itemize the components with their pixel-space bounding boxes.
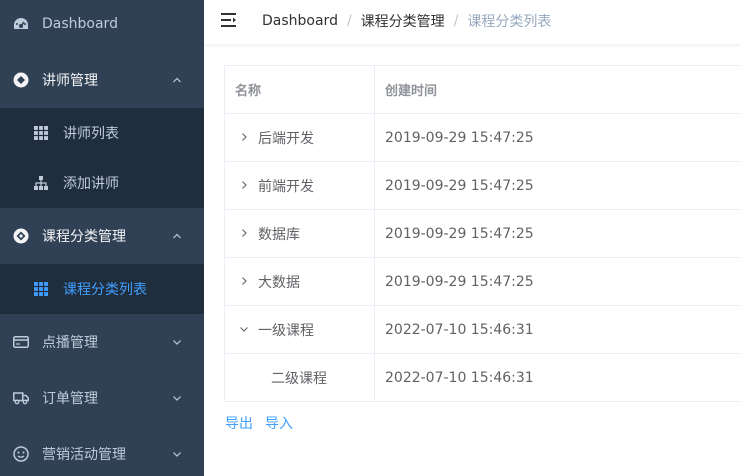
teacher-icon (13, 72, 29, 88)
created-time: 2019-09-29 15:47:25 (385, 225, 534, 242)
category-name: 数据库 (258, 226, 300, 243)
table-row: 一级课程 2022-07-10 15:46:31 (225, 306, 740, 354)
hamburger-icon[interactable] (221, 12, 239, 28)
table-header-row: 名称 创建时间 (225, 66, 740, 114)
column-header-created: 创建时间 (385, 84, 438, 99)
sidebar-item-teacher-list[interactable]: 讲师列表 (0, 108, 204, 158)
chevron-down-icon (173, 340, 181, 345)
activity-icon (13, 446, 29, 462)
sidebar-item-label: 点播管理 (42, 335, 98, 351)
chevron-down-icon (173, 396, 181, 401)
breadcrumb-item-course-category-management[interactable]: 课程分类管理 (361, 11, 445, 31)
name-cell: 前端开发 (225, 162, 375, 209)
sidebar-item-teacher-management[interactable]: 讲师管理 (0, 52, 204, 108)
truck-icon (13, 390, 29, 406)
expand-arrow-icon[interactable] (239, 276, 249, 286)
collapse-arrow-icon[interactable] (239, 324, 249, 334)
category-name: 后端开发 (258, 130, 314, 147)
created-time: 2019-09-29 15:47:25 (385, 129, 534, 146)
expand-arrow-icon[interactable] (239, 228, 249, 238)
breadcrumb-item-dashboard[interactable]: Dashboard (262, 13, 338, 29)
category-name: 二级课程 (271, 370, 327, 387)
created-time: 2022-07-10 15:46:31 (385, 369, 534, 386)
name-cell: 一级课程 (225, 306, 375, 353)
import-link[interactable]: 导入 (265, 413, 293, 433)
breadcrumb-item-course-category-list: 课程分类列表 (467, 14, 552, 30)
table-row: 大数据 2019-09-29 15:47:25 (225, 258, 740, 306)
category-name: 一级课程 (258, 322, 314, 339)
card-icon (13, 334, 29, 350)
navbar: Dashboard / 课程分类管理 / 课程分类列表 (204, 0, 740, 44)
sidebar: Dashboard 讲师管理 讲师列表 添加讲师 课程分类管理 课程分类列表 点… (0, 0, 204, 476)
sidebar-item-marketing-management[interactable]: 营销活动管理 (0, 430, 204, 476)
category-table: 名称 创建时间 后端开发 2019-09-29 15:47:25 前端开发 20… (224, 65, 740, 402)
sidebar-item-label: 添加讲师 (63, 176, 119, 192)
column-header-name: 名称 (225, 66, 375, 113)
chevron-up-icon (173, 233, 181, 239)
table-icon (33, 281, 49, 297)
sidebar-item-course-category-management[interactable]: 课程分类管理 (0, 208, 204, 264)
export-link[interactable]: 导出 (225, 413, 253, 433)
sidebar-item-course-category-list[interactable]: 课程分类列表 (0, 264, 204, 314)
sidebar-item-add-teacher[interactable]: 添加讲师 (0, 158, 204, 208)
name-cell: 二级课程 (225, 354, 375, 401)
expand-arrow-icon[interactable] (239, 180, 249, 190)
breadcrumb-separator: / (453, 13, 459, 29)
breadcrumb: Dashboard / 课程分类管理 / 课程分类列表 (262, 11, 551, 31)
sidebar-item-label: 讲师管理 (42, 73, 98, 89)
sidebar-item-label: 营销活动管理 (42, 447, 126, 463)
table-row-child: 二级课程 2022-07-10 15:46:31 (225, 354, 740, 401)
name-cell: 后端开发 (225, 114, 375, 161)
chevron-up-icon (173, 77, 181, 83)
table-row: 前端开发 2019-09-29 15:47:25 (225, 162, 740, 210)
category-name: 前端开发 (258, 178, 314, 195)
breadcrumb-separator: / (346, 13, 352, 29)
sidebar-item-vod-management[interactable]: 点播管理 (0, 318, 204, 366)
sidebar-item-label: 讲师列表 (63, 126, 119, 142)
dashboard-icon (13, 16, 29, 32)
created-time: 2022-07-10 15:46:31 (385, 321, 534, 338)
table-icon (33, 125, 49, 141)
sidebar-item-order-management[interactable]: 订单管理 (0, 374, 204, 422)
table-row: 数据库 2019-09-29 15:47:25 (225, 210, 740, 258)
name-cell: 大数据 (225, 258, 375, 305)
sidebar-item-label: 课程分类列表 (63, 282, 147, 298)
created-time: 2019-09-29 15:47:25 (385, 273, 534, 290)
table-actions: 导出 导入 (225, 413, 293, 433)
name-cell: 数据库 (225, 210, 375, 257)
expand-arrow-icon[interactable] (239, 132, 249, 142)
tree-icon (33, 175, 49, 191)
category-name: 大数据 (258, 274, 300, 291)
created-time: 2019-09-29 15:47:25 (385, 177, 534, 194)
table-row: 后端开发 2019-09-29 15:47:25 (225, 114, 740, 162)
sidebar-item-label: 课程分类管理 (42, 229, 126, 245)
sidebar-item-label: 订单管理 (42, 391, 98, 407)
chevron-down-icon (173, 452, 181, 457)
sidebar-item-label: Dashboard (42, 16, 118, 32)
category-icon (13, 228, 29, 244)
sidebar-item-dashboard[interactable]: Dashboard (0, 0, 204, 48)
